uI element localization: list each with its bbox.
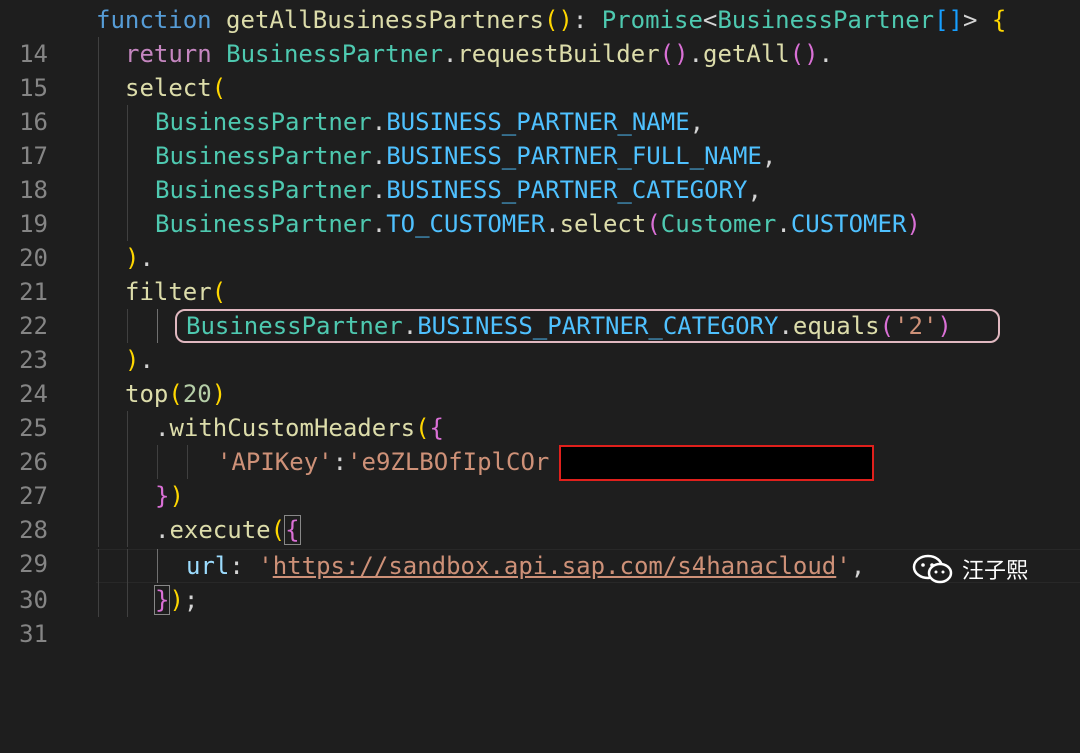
keyword: function [96, 6, 212, 34]
code-line-14: 14 function getAllBusinessPartners(): Pr… [0, 3, 1080, 68]
code-line-25: 25 top(20) [0, 377, 1080, 442]
keyword: return [125, 40, 212, 68]
code-line-19: 19 BusinessPartner.BUSINESS_PARTNER_CATE… [0, 173, 1080, 238]
watermark-text: 汪子熙 [962, 559, 1029, 584]
code-line-18: 18 BusinessPartner.BUSINESS_PARTNER_FULL… [0, 139, 1080, 204]
code-line-27: 27 'APIKey':'e9ZLBOfIplCOr [0, 445, 1080, 510]
redaction-box [559, 445, 874, 481]
code-editor[interactable]: 14 function getAllBusinessPartners(): Pr… [0, 0, 1080, 648]
code-line-15: 15 return BusinessPartner.requestBuilder… [0, 37, 1080, 102]
type-name: Promise [601, 6, 703, 34]
wechat-icon [912, 554, 953, 584]
code-line-29: 29 .execute({ [0, 513, 1080, 578]
code-line-31: 31 }); [0, 583, 1080, 648]
type-name: BusinessPartner [717, 6, 935, 34]
code-line-28: 28 }) [0, 479, 1080, 544]
code-line-24: 24 ). [0, 343, 1080, 408]
code-line-17: 17 BusinessPartner.BUSINESS_PARTNER_NAME… [0, 105, 1080, 170]
highlight-box [175, 309, 1000, 343]
line-number: 31 [19, 620, 48, 648]
function-name: getAllBusinessPartners [226, 6, 544, 34]
code-line-22: 22 filter( [0, 275, 1080, 340]
url-link[interactable]: https://sandbox.api.sap.com/s4hanacloud [273, 552, 837, 580]
code-line-26: 26 .withCustomHeaders({ [0, 411, 1080, 476]
code-line-20: 20 BusinessPartner.TO_CUSTOMER.select(Cu… [0, 207, 1080, 272]
code-line-21: 21 ). [0, 241, 1080, 306]
watermark: 汪子熙 [912, 552, 1028, 586]
code-line-16: 16 select( [0, 71, 1080, 136]
